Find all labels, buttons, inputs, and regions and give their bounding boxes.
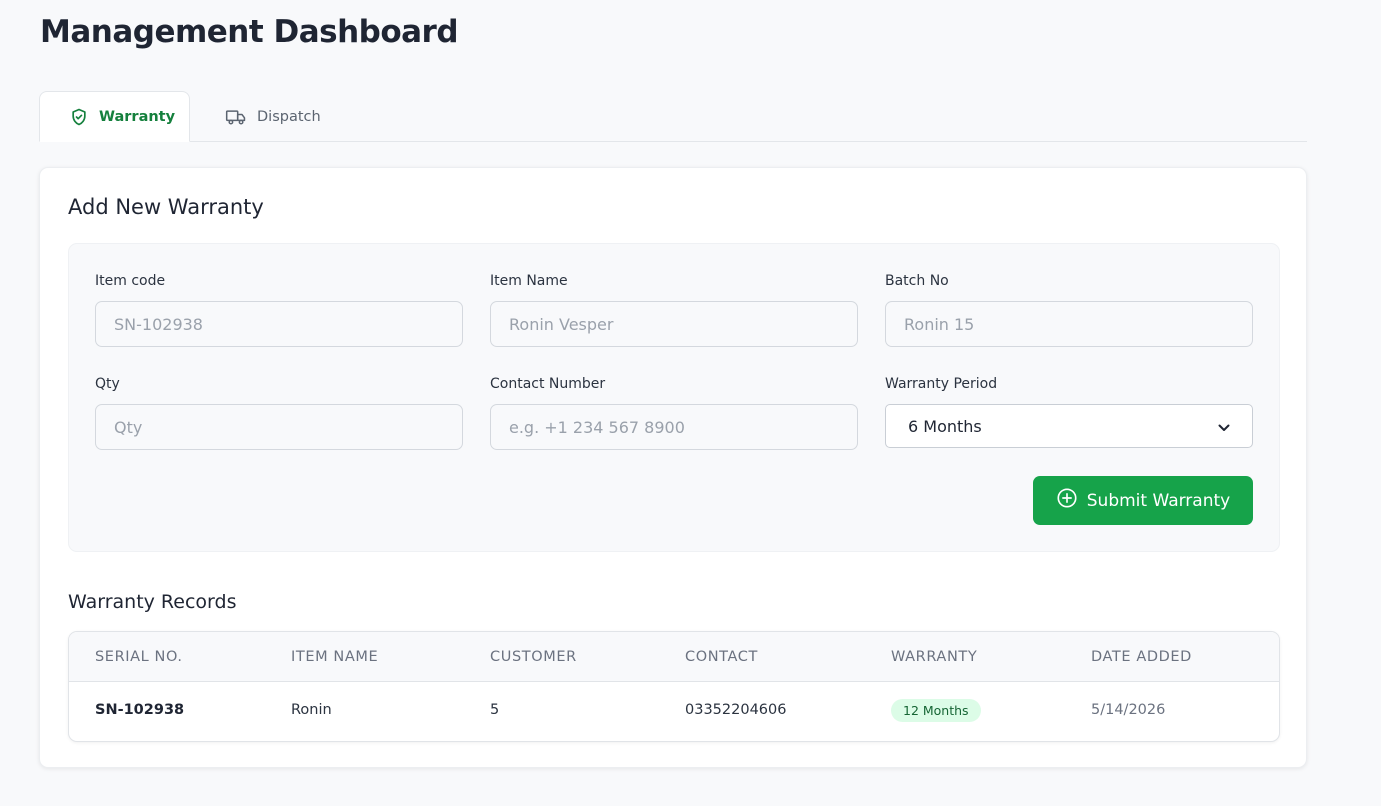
cell-item-name: Ronin [291, 702, 332, 718]
column-header-customer: Customer [490, 649, 577, 665]
warranty-records-table: Serial No. Item Name Customer Contact Wa… [68, 631, 1280, 742]
warranty-badge: 12 Months [891, 699, 981, 722]
item-name-label: Item Name [490, 273, 568, 289]
item-name-input[interactable] [490, 301, 858, 347]
tab-warranty[interactable]: Warranty [39, 91, 190, 142]
page-title: Management Dashboard [40, 14, 459, 50]
column-header-warranty: Warranty [891, 649, 978, 665]
warranty-period-select[interactable]: 6 Months [885, 404, 1253, 448]
tab-bar: Warranty Dispatch [39, 91, 1307, 142]
form-title: Add New Warranty [68, 195, 264, 219]
warranty-form: Item code Item Name Batch No Qty Contact… [68, 243, 1280, 552]
warranty-period-label: Warranty Period [885, 376, 998, 392]
item-code-input[interactable] [95, 301, 463, 347]
contact-number-label: Contact Number [490, 376, 606, 392]
column-header-item-name: Item Name [291, 649, 379, 665]
tab-dispatch-label: Dispatch [257, 108, 321, 125]
shield-check-icon [69, 107, 89, 127]
cell-serial: SN-102938 [95, 702, 185, 718]
tab-dispatch[interactable]: Dispatch [225, 91, 321, 142]
truck-icon [225, 107, 247, 127]
column-header-date-added: Date Added [1091, 649, 1192, 665]
qty-input[interactable] [95, 404, 463, 450]
cell-contact: 03352204606 [685, 702, 787, 718]
submit-warranty-label: Submit Warranty [1086, 490, 1231, 511]
warranty-card: Add New Warranty Item code Item Name Bat… [39, 167, 1307, 768]
tab-warranty-label: Warranty [99, 108, 176, 125]
batch-no-label: Batch No [885, 273, 949, 289]
cell-date-added: 5/14/2026 [1091, 702, 1166, 718]
plus-circle-icon [1056, 487, 1078, 514]
table-header: Serial No. Item Name Customer Contact Wa… [69, 632, 1279, 682]
cell-customer: 5 [490, 702, 500, 718]
item-code-label: Item code [95, 273, 166, 289]
column-header-serial: Serial No. [95, 649, 183, 665]
table-row[interactable]: SN-102938 Ronin 5 03352204606 12 Months … [69, 682, 1279, 741]
batch-no-input[interactable] [885, 301, 1253, 347]
contact-number-input[interactable] [490, 404, 858, 450]
qty-label: Qty [95, 376, 120, 392]
submit-warranty-button[interactable]: Submit Warranty [1033, 476, 1253, 525]
records-title: Warranty Records [68, 591, 237, 613]
warranty-period-value: 6 Months [908, 416, 982, 436]
chevron-down-icon [1218, 417, 1230, 436]
column-header-contact: Contact [685, 649, 758, 665]
